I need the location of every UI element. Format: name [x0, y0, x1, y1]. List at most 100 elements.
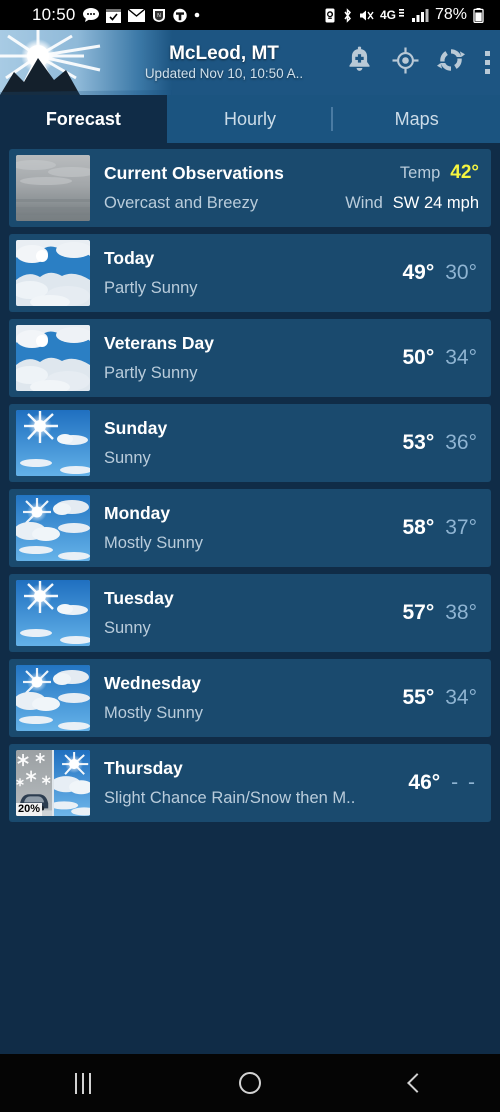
forecast-low: 38° — [445, 601, 477, 624]
battery-percent-label: 78% — [434, 6, 467, 23]
sunny-half-icon — [53, 750, 90, 816]
forecast-day: Today — [104, 248, 155, 268]
forecast-description: Partly Sunny — [104, 279, 198, 297]
forecast-day: Monday — [104, 503, 171, 523]
forecast-temps: 58° 37° — [402, 516, 491, 540]
status-bar-left: 10:50 N — [10, 5, 200, 25]
home-icon — [239, 1072, 261, 1094]
forecast-text: Veterans Day Partly Sunny — [90, 325, 402, 391]
forecast-text: Sunday Sunny — [90, 410, 402, 476]
forecast-text: Tuesday Sunny — [90, 580, 402, 646]
forecast-high: 50° — [402, 346, 435, 369]
sunny-icon — [16, 410, 90, 476]
recents-button[interactable] — [0, 1054, 167, 1112]
tab-hourly-label: Hourly — [224, 108, 277, 129]
forecast-description: Slight Chance Rain/Snow then M.. — [104, 789, 356, 807]
forecast-row-tuesday[interactable]: Tuesday Sunny 57° 38° — [9, 574, 491, 652]
recents-icon — [75, 1072, 92, 1094]
refresh-button[interactable] — [428, 30, 474, 95]
nfl-shield-icon: N — [152, 8, 166, 23]
snow-then-sunny-split-icon: 20% — [16, 750, 90, 816]
back-icon — [406, 1073, 427, 1093]
home-button[interactable] — [167, 1054, 334, 1112]
temp-value: 42° — [450, 162, 479, 183]
forecast-low: 30° — [445, 261, 477, 284]
forecast-description: Sunny — [104, 449, 151, 467]
bluetooth-icon — [342, 7, 353, 23]
mostly-sunny-icon — [16, 665, 90, 731]
precip-chance-badge: 20% — [16, 803, 43, 816]
tab-hourly[interactable]: Hourly — [167, 95, 334, 143]
overflow-menu-button[interactable] — [474, 30, 500, 95]
t-mobile-icon — [172, 8, 187, 23]
forecast-row-thursday[interactable]: 20% Thursday Slight Chance Rain/Snow the… — [9, 744, 491, 822]
forecast-low: - - — [451, 771, 477, 794]
mute-vibrate-icon — [359, 8, 374, 23]
battery-icon — [473, 7, 484, 23]
forecast-temps: 46° - - — [408, 771, 491, 795]
forecast-row-wednesday[interactable]: Wednesday Mostly Sunny 55° 34° — [9, 659, 491, 737]
tab-forecast[interactable]: Forecast — [0, 95, 167, 143]
forecast-description: Partly Sunny — [104, 364, 198, 382]
status-bar-right: 4G 78% — [324, 6, 490, 24]
forecast-day: Sunday — [104, 418, 168, 438]
partly-sunny-icon — [16, 325, 90, 391]
forecast-temps: 50° 34° — [402, 346, 491, 370]
forecast-low: 36° — [445, 431, 477, 454]
forecast-text: Thursday Slight Chance Rain/Snow then M.… — [90, 750, 408, 816]
forecast-row-sunday[interactable]: Sunday Sunny 53° 36° — [9, 404, 491, 482]
forecast-high: 55° — [402, 686, 435, 709]
forecast-high: 57° — [402, 601, 435, 624]
forecast-text: Today Partly Sunny — [90, 240, 402, 306]
observations-text: Current Observations Overcast and Breezy — [90, 155, 345, 221]
tab-forecast-label: Forecast — [45, 108, 121, 129]
status-bar-clock: 10:50 — [32, 5, 76, 24]
forecast-temps: 49° 30° — [402, 261, 491, 285]
partly-sunny-icon — [16, 240, 90, 306]
forecast-day: Thursday — [104, 758, 183, 778]
tab-maps[interactable]: Maps — [333, 95, 500, 143]
wind-label: Wind — [345, 194, 383, 212]
overcast-sky-photo — [16, 155, 90, 221]
overflow-menu-icon — [484, 51, 490, 56]
snow-rain-half-icon: 20% — [16, 750, 53, 816]
forecast-row-today[interactable]: Today Partly Sunny 49° 30° — [9, 234, 491, 312]
current-location-button[interactable] — [382, 30, 428, 95]
android-nav-bar — [0, 1054, 500, 1112]
forecast-low: 34° — [445, 346, 477, 369]
forecast-high: 58° — [402, 516, 435, 539]
phone-screen: 10:50 N 4G 78% McLeod, MT Updated Nov 10… — [0, 0, 500, 1112]
forecast-temps: 53° 36° — [402, 431, 491, 455]
current-location-icon — [392, 47, 419, 79]
add-alert-icon — [346, 46, 373, 80]
header-actions — [336, 30, 500, 95]
observations-temp-line: Temp 42° — [400, 158, 479, 188]
back-button[interactable] — [333, 1054, 500, 1112]
forecast-temps: 57° 38° — [402, 601, 491, 625]
battery-saver-icon — [324, 8, 336, 23]
network-4g-icon: 4G — [380, 8, 406, 22]
forecast-row-monday[interactable]: Monday Mostly Sunny 58° 37° — [9, 489, 491, 567]
current-observations-row[interactable]: Current Observations Overcast and Breezy… — [9, 149, 491, 227]
forecast-text: Monday Mostly Sunny — [90, 495, 402, 561]
dot-icon — [194, 12, 200, 18]
forecast-description: Sunny — [104, 619, 151, 637]
forecast-day: Wednesday — [104, 673, 201, 693]
forecast-description: Mostly Sunny — [104, 704, 204, 722]
signal-bars-icon — [411, 8, 429, 22]
mail-icon — [127, 8, 145, 22]
message-icon — [82, 8, 99, 22]
mostly-sunny-icon — [16, 495, 90, 561]
refresh-icon — [436, 45, 466, 80]
forecast-row-veterans-day[interactable]: Veterans Day Partly Sunny 50° 34° — [9, 319, 491, 397]
observations-description: Overcast and Breezy — [104, 194, 259, 212]
sunrise-mountain-logo — [0, 30, 172, 95]
checklist-icon — [105, 8, 121, 23]
forecast-description: Mostly Sunny — [104, 534, 204, 552]
forecast-high: 53° — [402, 431, 435, 454]
add-alert-button[interactable] — [336, 30, 382, 95]
observations-values: Temp 42° Wind SW 24 mph — [345, 155, 491, 221]
tab-bar: Forecast Hourly Maps — [0, 95, 500, 143]
forecast-high: 46° — [408, 771, 441, 794]
split-icon-container: 20% — [16, 750, 90, 816]
